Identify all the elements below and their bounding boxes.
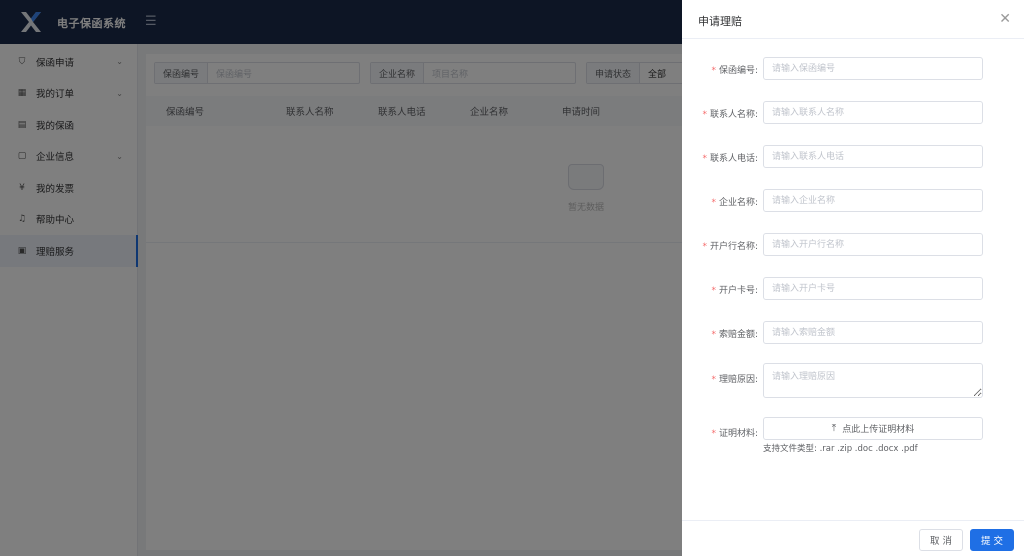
submit-button[interactable]: 提 交 <box>970 529 1014 551</box>
company-name-input[interactable] <box>763 189 983 212</box>
cancel-button[interactable]: 取 消 <box>919 529 963 551</box>
field-label: * 保函编号: <box>711 66 758 76</box>
form-row-company-name: * 企业名称: <box>682 189 1024 213</box>
form-row-claim-amount: * 索赔金额: <box>682 321 1024 345</box>
form-row-proof-material: * 证明材料: ⤒ 点此上传证明材料 支持文件类型: .rar .zip .doc… <box>682 417 1024 457</box>
guarantee-no-input[interactable] <box>763 57 983 80</box>
contact-name-input[interactable] <box>763 101 983 124</box>
field-label: * 索赔金额: <box>711 330 758 340</box>
field-label: * 联系人电话: <box>702 154 758 164</box>
claim-reason-textarea[interactable] <box>763 363 983 398</box>
field-label: * 联系人名称: <box>702 110 758 120</box>
drawer-footer: 取 消 提 交 <box>682 520 1024 556</box>
upload-button[interactable]: ⤒ 点此上传证明材料 <box>763 417 983 440</box>
field-label: * 开户卡号: <box>711 286 758 296</box>
drawer-title: 申请理赔 <box>698 15 742 28</box>
drawer-divider <box>682 38 1024 39</box>
form-row-bank-name: * 开户行名称: <box>682 233 1024 257</box>
claim-drawer: 申请理赔 ✕ *保函编号: *联系人名称: *联系人电话: *企业名称: *开户… <box>682 0 1024 556</box>
field-label: * 企业名称: <box>711 198 758 208</box>
form-row-guarantee-no: * 保函编号: <box>682 57 1024 81</box>
upload-button-label: 点此上传证明材料 <box>842 425 915 435</box>
card-no-input[interactable] <box>763 277 983 300</box>
bank-name-input[interactable] <box>763 233 983 256</box>
upload-tip: 支持文件类型: .rar .zip .doc .docx .pdf <box>763 444 918 454</box>
upload-icon: ⤒ <box>831 423 837 434</box>
field-label: * 开户行名称: <box>702 242 758 252</box>
claim-amount-input[interactable] <box>763 321 983 344</box>
contact-phone-input[interactable] <box>763 145 983 168</box>
field-label: * 理赔原因: <box>711 375 758 385</box>
close-icon[interactable]: ✕ <box>999 11 1011 27</box>
form-row-contact-phone: * 联系人电话: <box>682 145 1024 169</box>
form-row-contact-name: * 联系人名称: <box>682 101 1024 125</box>
form-row-claim-reason: * 理赔原因: <box>682 363 1024 399</box>
field-label: * 证明材料: <box>711 429 758 439</box>
form-row-card-no: * 开户卡号: <box>682 277 1024 301</box>
